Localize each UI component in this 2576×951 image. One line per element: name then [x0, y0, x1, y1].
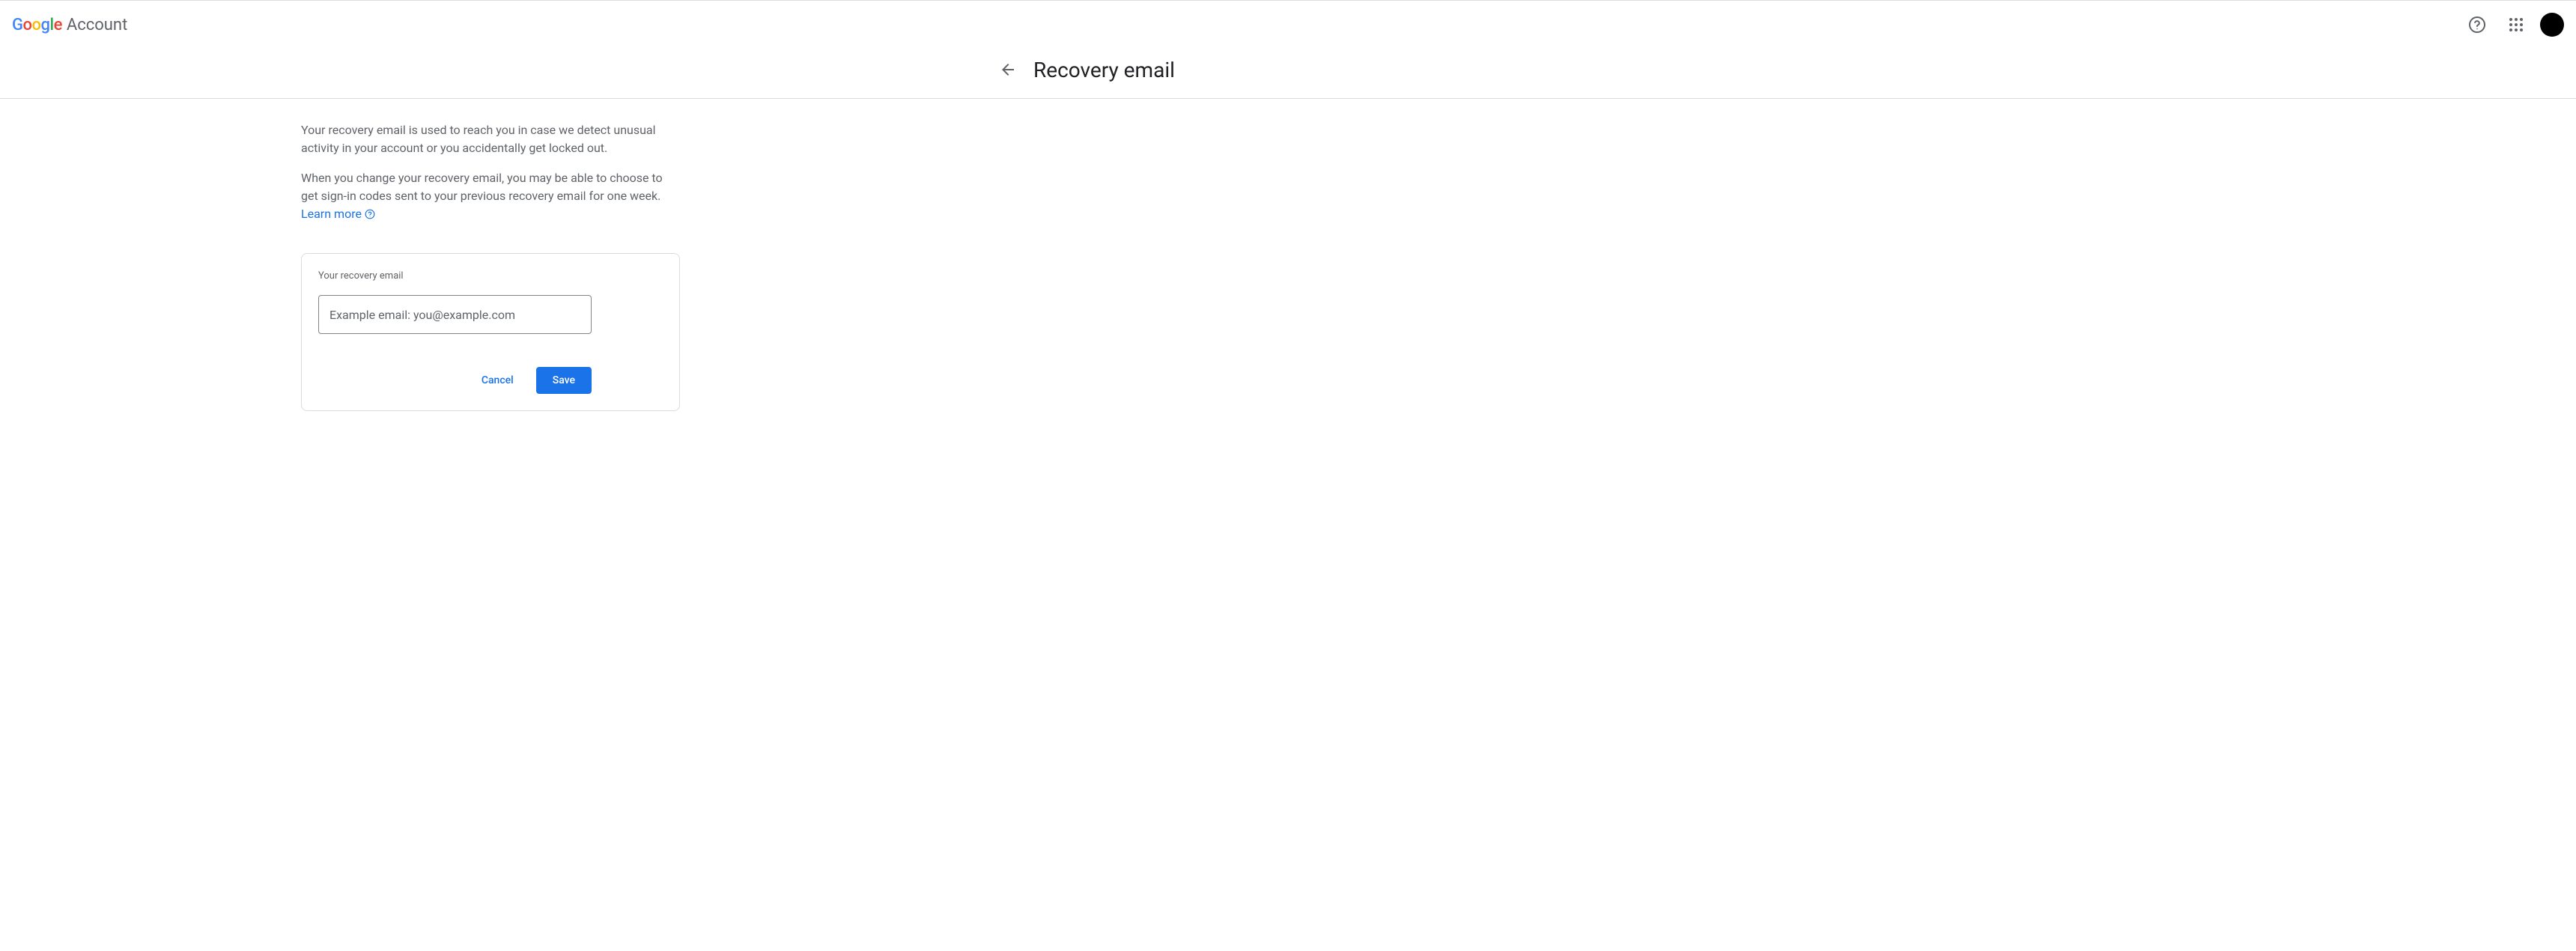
learn-more-label: Learn more — [301, 205, 362, 223]
learn-more-link[interactable]: Learn more — [301, 205, 375, 223]
page-header: Recovery email — [1000, 49, 1877, 98]
google-logo: Google — [12, 16, 62, 34]
description-2: When you change your recovery email, you… — [301, 169, 680, 223]
description-1: Your recovery email is used to reach you… — [301, 121, 680, 157]
apps-icon[interactable] — [2501, 10, 2531, 40]
back-button[interactable] — [993, 55, 1023, 85]
cancel-button[interactable]: Cancel — [465, 367, 530, 394]
recovery-email-input[interactable] — [318, 295, 592, 334]
page-title: Recovery email — [1033, 58, 1175, 82]
main-content: Your recovery email is used to reach you… — [301, 99, 680, 411]
logo-block[interactable]: Google Account — [12, 16, 127, 34]
topbar: Google Account — [0, 1, 2576, 49]
description-2-text: When you change your recovery email, you… — [301, 171, 663, 203]
button-row: Cancel Save — [318, 367, 592, 394]
save-button[interactable]: Save — [536, 367, 592, 394]
avatar[interactable] — [2540, 13, 2564, 37]
help-circle-icon — [365, 209, 375, 219]
product-name: Account — [67, 16, 127, 34]
topbar-right — [2462, 10, 2564, 40]
field-label: Your recovery email — [318, 270, 663, 282]
help-icon[interactable] — [2462, 10, 2492, 40]
recovery-email-card: Your recovery email Cancel Save — [301, 253, 680, 411]
arrow-left-icon — [999, 61, 1017, 79]
